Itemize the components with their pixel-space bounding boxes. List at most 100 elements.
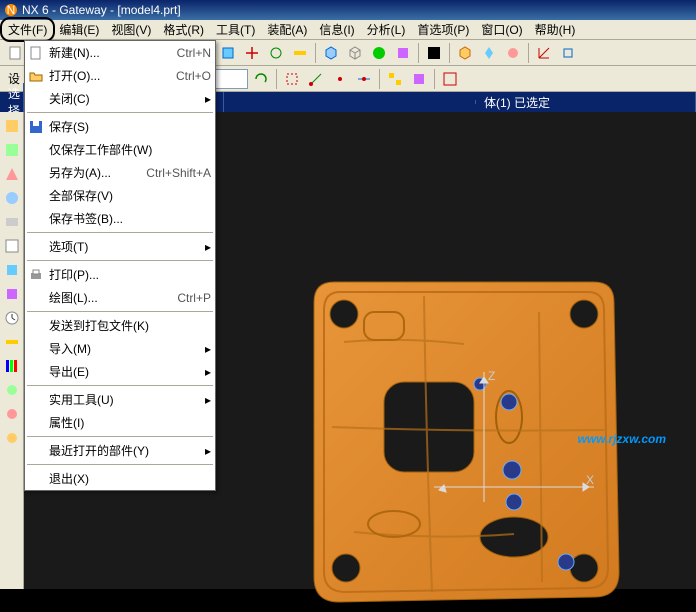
menu-tools[interactable]: 工具(T) bbox=[210, 19, 261, 40]
nav-icon[interactable] bbox=[2, 332, 22, 352]
menu-window[interactable]: 窗口(O) bbox=[475, 19, 528, 40]
tool-icon[interactable] bbox=[217, 42, 239, 64]
open-icon bbox=[28, 68, 44, 84]
menu-item-import[interactable]: 导入(M) ▸ bbox=[25, 337, 215, 360]
nav-icon[interactable] bbox=[2, 164, 22, 184]
svg-text:Z: Z bbox=[488, 369, 495, 383]
shade-icon[interactable] bbox=[320, 42, 342, 64]
chevron-right-icon: ▸ bbox=[205, 342, 211, 356]
menu-item-close[interactable]: 关闭(C) ▸ bbox=[25, 87, 215, 110]
app-icon: N bbox=[4, 3, 18, 17]
menu-item-sendpack[interactable]: 发送到打包文件(K) bbox=[25, 314, 215, 337]
chevron-right-icon: ▸ bbox=[205, 365, 211, 379]
title-bar: N NX 6 - Gateway - [model4.prt] bbox=[0, 0, 696, 20]
nav-icon[interactable] bbox=[2, 116, 22, 136]
wireframe-icon[interactable] bbox=[344, 42, 366, 64]
nav-icon[interactable] bbox=[2, 380, 22, 400]
refresh-icon[interactable] bbox=[250, 68, 272, 90]
new-icon bbox=[28, 45, 44, 61]
tool-icon[interactable] bbox=[265, 42, 287, 64]
svg-text:X: X bbox=[586, 473, 594, 487]
chevron-right-icon: ▸ bbox=[205, 92, 211, 106]
separator bbox=[27, 385, 213, 386]
sel-spacer bbox=[224, 100, 476, 104]
color-icon[interactable] bbox=[423, 42, 445, 64]
nav-icon[interactable] bbox=[2, 428, 22, 448]
sel-icon[interactable] bbox=[353, 68, 375, 90]
menu-item-savebookmark[interactable]: 保存书签(B)... bbox=[25, 207, 215, 230]
menu-item-exit[interactable]: 退出(X) bbox=[25, 467, 215, 490]
separator bbox=[418, 43, 419, 63]
separator bbox=[27, 464, 213, 465]
tool-icon[interactable] bbox=[502, 42, 524, 64]
chevron-right-icon: ▸ bbox=[205, 444, 211, 458]
separator bbox=[379, 69, 380, 89]
nav-icon[interactable] bbox=[2, 188, 22, 208]
clock-icon[interactable] bbox=[2, 308, 22, 328]
menu-info[interactable]: 信息(I) bbox=[313, 19, 360, 40]
menu-item-new[interactable]: 新建(N)... Ctrl+N bbox=[25, 41, 215, 64]
tool-icon[interactable] bbox=[241, 42, 263, 64]
menu-item-options[interactable]: 选项(T) ▸ bbox=[25, 235, 215, 258]
menu-item-saveworkonly[interactable]: 仅保存工作部件(W) bbox=[25, 138, 215, 161]
window-title: NX 6 - Gateway - [model4.prt] bbox=[22, 3, 181, 17]
menu-file[interactable]: 文件(F) bbox=[2, 19, 53, 40]
nav-icon[interactable] bbox=[2, 212, 22, 232]
print-icon bbox=[28, 267, 44, 283]
nav-icon[interactable] bbox=[2, 260, 22, 280]
nav-icon[interactable] bbox=[2, 284, 22, 304]
menu-pref[interactable]: 首选项(P) bbox=[411, 19, 475, 40]
menu-item-print[interactable]: 打印(P)... bbox=[25, 263, 215, 286]
svg-text:N: N bbox=[7, 3, 16, 17]
axis-icon[interactable] bbox=[533, 42, 555, 64]
menu-item-properties[interactable]: 属性(I) bbox=[25, 411, 215, 434]
nav-icon[interactable] bbox=[2, 236, 22, 256]
sel-icon[interactable] bbox=[384, 68, 406, 90]
sel-icon[interactable] bbox=[329, 68, 351, 90]
file-menu-dropdown[interactable]: 新建(N)... Ctrl+N 打开(O)... Ctrl+O 关闭(C) ▸ … bbox=[24, 40, 216, 491]
menu-edit[interactable]: 编辑(E) bbox=[53, 19, 105, 40]
sel-status: 体(1) 已选定 bbox=[476, 92, 696, 113]
tool-icon[interactable] bbox=[478, 42, 500, 64]
separator bbox=[27, 112, 213, 113]
left-toolbar bbox=[0, 112, 24, 589]
menu-item-plot[interactable]: 绘图(L)... Ctrl+P bbox=[25, 286, 215, 309]
separator bbox=[449, 43, 450, 63]
cube-icon[interactable] bbox=[454, 42, 476, 64]
menu-item-open[interactable]: 打开(O)... Ctrl+O bbox=[25, 64, 215, 87]
separator bbox=[315, 43, 316, 63]
menu-item-saveas[interactable]: 另存为(A)... Ctrl+Shift+A bbox=[25, 161, 215, 184]
sel-icon[interactable] bbox=[408, 68, 430, 90]
nav-icon[interactable] bbox=[2, 404, 22, 424]
tool-icon[interactable] bbox=[289, 42, 311, 64]
view-icon[interactable] bbox=[392, 42, 414, 64]
sel-icon[interactable] bbox=[305, 68, 327, 90]
nav-icon[interactable] bbox=[2, 140, 22, 160]
menu-item-saveall[interactable]: 全部保存(V) bbox=[25, 184, 215, 207]
sel-icon[interactable] bbox=[439, 68, 461, 90]
menu-analysis[interactable]: 分析(L) bbox=[361, 19, 412, 40]
menu-item-utilities[interactable]: 实用工具(U) ▸ bbox=[25, 388, 215, 411]
menu-item-recent[interactable]: 最近打开的部件(Y) ▸ bbox=[25, 439, 215, 462]
separator bbox=[528, 43, 529, 63]
view-icon[interactable] bbox=[368, 42, 390, 64]
menu-assembly[interactable]: 装配(A) bbox=[261, 19, 313, 40]
save-icon bbox=[28, 119, 44, 135]
menu-item-save[interactable]: 保存(S) bbox=[25, 115, 215, 138]
separator bbox=[434, 69, 435, 89]
nav-icon[interactable] bbox=[2, 356, 22, 376]
menu-view[interactable]: 视图(V) bbox=[105, 19, 157, 40]
chevron-right-icon: ▸ bbox=[205, 393, 211, 407]
menu-help[interactable]: 帮助(H) bbox=[529, 19, 582, 40]
separator bbox=[276, 69, 277, 89]
separator bbox=[27, 311, 213, 312]
menu-item-export[interactable]: 导出(E) ▸ bbox=[25, 360, 215, 383]
sel-icon[interactable] bbox=[281, 68, 303, 90]
separator bbox=[27, 260, 213, 261]
separator bbox=[27, 232, 213, 233]
new-icon[interactable] bbox=[4, 42, 26, 64]
tool-icon[interactable] bbox=[557, 42, 579, 64]
watermark: www.rjzxw.com bbox=[578, 430, 666, 446]
menu-bar[interactable]: 文件(F) 编辑(E) 视图(V) 格式(R) 工具(T) 装配(A) 信息(I… bbox=[0, 20, 696, 40]
menu-format[interactable]: 格式(R) bbox=[157, 19, 210, 40]
